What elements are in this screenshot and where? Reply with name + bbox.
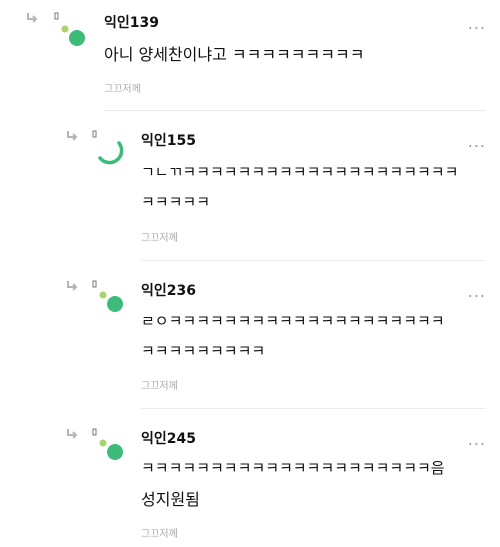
comment-author[interactable]: 익인245 <box>141 428 196 448</box>
more-options-icon[interactable]: ... <box>468 134 486 150</box>
reply-arrow-icon <box>67 281 78 291</box>
comment-author[interactable]: 익인155 <box>141 130 196 150</box>
more-options-icon[interactable]: ... <box>468 284 486 300</box>
comment-text-line-2: ㅋㅋㅋㅋㅋㅋㅋㅋㅋ <box>141 342 266 360</box>
comment-item: 익인139 ... 아니 양세찬이냐고 ㅋㅋㅋㅋㅋㅋㅋㅋㅋ 그끄저께 <box>0 0 500 111</box>
reply-arrow-icon <box>67 429 78 439</box>
comment-author[interactable]: 익인236 <box>141 280 196 300</box>
comment-item: 익인245 ... ㅋㅋㅋㅋㅋㅋㅋㅋㅋㅋㅋㅋㅋㅋㅋㅋㅋㅋㅋㅋㅋ음 성지원됨 그끄… <box>0 408 500 547</box>
comment-item: 익인155 ... ㄱㄴㄲㅋㅋㅋㅋㅋㅋㅋㅋㅋㅋㅋㅋㅋㅋㅋㅋㅋㅋㅋㅋ ㅋㅋㅋㅋㅋ … <box>0 110 500 261</box>
comment-timestamp: 그끄저께 <box>141 529 178 540</box>
comment-text-line-1: ㅋㅋㅋㅋㅋㅋㅋㅋㅋㅋㅋㅋㅋㅋㅋㅋㅋㅋㅋㅋㅋ음 <box>141 459 445 477</box>
comment-timestamp: 그끄저께 <box>141 381 178 392</box>
comment-text-line-1: ㄹㅇㅋㅋㅋㅋㅋㅋㅋㅋㅋㅋㅋㅋㅋㅋㅋㅋㅋㅋㅋㅋ <box>141 312 445 330</box>
comment-text-line-1: ㄱㄴㄲㅋㅋㅋㅋㅋㅋㅋㅋㅋㅋㅋㅋㅋㅋㅋㅋㅋㅋㅋㅋ <box>141 163 459 181</box>
comment-text: 아니 양세찬이냐고 ㅋㅋㅋㅋㅋㅋㅋㅋㅋ <box>104 45 365 64</box>
comment-item: 익인236 ... ㄹㅇㅋㅋㅋㅋㅋㅋㅋㅋㅋㅋㅋㅋㅋㅋㅋㅋㅋㅋㅋㅋ ㅋㅋㅋㅋㅋㅋㅋ… <box>0 260 500 409</box>
avatar[interactable] <box>90 280 126 316</box>
reply-arrow-icon <box>27 13 38 23</box>
reply-arrow-icon <box>67 131 78 141</box>
more-options-icon[interactable]: ... <box>468 432 486 448</box>
comment-timestamp: 그끄저께 <box>104 84 141 95</box>
more-options-icon[interactable]: ... <box>468 16 486 32</box>
comment-timestamp: 그끄저께 <box>141 233 178 244</box>
avatar[interactable] <box>52 12 88 48</box>
avatar[interactable] <box>90 130 126 166</box>
comment-text-line-2: 성지원됨 <box>141 490 200 509</box>
comment-text-line-2: ㅋㅋㅋㅋㅋ <box>141 193 211 211</box>
avatar[interactable] <box>90 428 126 464</box>
comment-author[interactable]: 익인139 <box>104 12 159 32</box>
